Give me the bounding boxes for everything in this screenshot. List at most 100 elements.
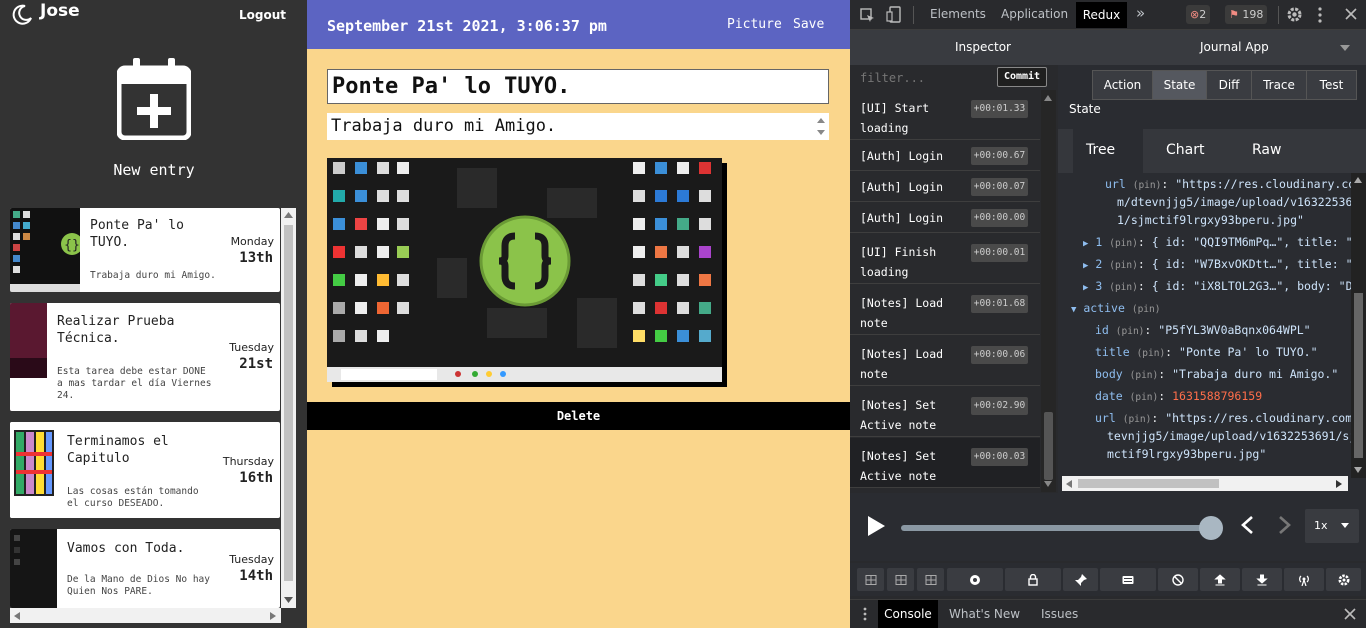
tab-raw[interactable]: Raw <box>1252 142 1281 158</box>
journal-entry[interactable]: Vamos con Toda. De la Mano de Dios No ha… <box>10 529 280 608</box>
tab-whats-new[interactable]: What's New <box>949 607 1020 621</box>
entry-title: Terminamos el Capitulo <box>67 434 169 466</box>
journal-entry[interactable]: Realizar Prueba Técnica. Esta tarea debe… <box>10 303 280 411</box>
close-drawer-icon[interactable] <box>1344 608 1356 620</box>
scroll-down-icon[interactable] <box>1354 467 1362 473</box>
keyboard-button[interactable] <box>1100 568 1156 591</box>
action-item[interactable]: [UI] Start loading +00:01.33 <box>850 90 1040 140</box>
action-item-selected[interactable]: [Notes] Set Active note +00:00.03 <box>850 438 1040 488</box>
journal-entry[interactable]: Terminamos el Capitulo Las cosas están t… <box>10 422 280 518</box>
tab-diff[interactable]: Diff <box>1206 70 1252 100</box>
play-icon[interactable] <box>866 515 886 537</box>
state-tree-vertical-scrollbar[interactable] <box>1351 173 1366 478</box>
timeline-slider-handle[interactable] <box>1199 516 1223 540</box>
more-options-icon[interactable] <box>1317 7 1323 23</box>
action-item[interactable]: [Auth] Login +00:00.00 <box>850 203 1040 233</box>
lock-button[interactable] <box>1005 568 1061 591</box>
tree-row-date[interactable]: date (pin): 1631588796159 <box>1095 385 1262 409</box>
action-filter-input[interactable] <box>860 69 990 87</box>
record-button[interactable] <box>947 568 1003 591</box>
more-tabs-icon[interactable]: » <box>1136 4 1145 22</box>
action-list-scrollbar[interactable] <box>1041 90 1056 492</box>
expand-arrow-icon[interactable]: ▶ <box>1083 239 1088 249</box>
tree-row-id[interactable]: id (pin): "P5fYL3WV0aBqnx064WPL" <box>1095 319 1311 343</box>
scroll-down-icon[interactable] <box>1044 481 1052 487</box>
tab-test[interactable]: Test <box>1306 70 1357 100</box>
tree-row-body[interactable]: body (pin): "Trabaja duro mi Amigo." <box>1095 363 1338 387</box>
note-body-textarea[interactable]: Trabaja duro mi Amigo. <box>327 113 829 140</box>
scroll-up-icon[interactable] <box>1044 95 1052 101</box>
tab-tree[interactable]: Tree <box>1086 142 1115 158</box>
timeline-slider[interactable] <box>901 525 1213 531</box>
state-tree-horizontal-scrollbar[interactable] <box>1062 476 1348 491</box>
tab-redux[interactable]: Redux <box>1076 2 1127 28</box>
picture-button[interactable]: Picture <box>727 17 782 32</box>
layout-left-button[interactable] <box>857 568 884 591</box>
tab-trace[interactable]: Trace <box>1251 70 1307 100</box>
journal-entry[interactable]: {} Ponte Pa' lo TUYO. Trabaja duro mi Am… <box>10 208 280 292</box>
persist-button[interactable] <box>1158 568 1198 591</box>
action-item[interactable]: [Auth] Login +00:00.67 <box>850 141 1040 171</box>
scroll-up-icon[interactable] <box>1354 177 1362 183</box>
tab-chart[interactable]: Chart <box>1166 142 1204 158</box>
scroll-down-icon[interactable] <box>284 597 293 603</box>
action-name: [Notes] Load note <box>860 296 944 330</box>
layout-right-button[interactable] <box>917 568 944 591</box>
settings-button[interactable] <box>1326 568 1361 591</box>
textarea-scroll-arrows-icon[interactable] <box>815 115 827 138</box>
tab-issues[interactable]: Issues <box>1041 607 1078 621</box>
instance-selector[interactable]: Journal App <box>1200 40 1269 54</box>
playback-speed-select[interactable]: 1x <box>1305 509 1359 543</box>
chevron-down-icon[interactable] <box>1340 45 1350 51</box>
scrollbar-thumb[interactable] <box>1078 479 1219 488</box>
device-toolbar-icon[interactable] <box>886 6 901 23</box>
tree-row-item[interactable]: ▶ 2 (pin): { id: "W7BxvOKDtt…", title: "… <box>1083 253 1351 277</box>
remote-button[interactable] <box>1284 568 1324 591</box>
tree-row-title[interactable]: title (pin): "Ponte Pa' lo TUYO." <box>1095 341 1318 365</box>
scroll-up-icon[interactable] <box>284 212 293 218</box>
scrollbar-thumb[interactable] <box>284 225 293 581</box>
delete-button[interactable]: Delete <box>307 402 850 430</box>
tab-elements[interactable]: Elements <box>930 7 986 21</box>
tree-row-item[interactable]: ▶ 3 (pin): { id: "iX8LTOL2G3…", body: "D… <box>1083 275 1351 299</box>
tree-row-active[interactable]: ▼ active (pin) <box>1071 297 1160 321</box>
action-item[interactable]: [Notes] Load note +00:01.68 <box>850 285 1040 335</box>
save-button[interactable]: Save <box>793 17 824 32</box>
settings-gear-icon[interactable] <box>1286 6 1303 23</box>
collapse-arrow-icon[interactable]: ▼ <box>1071 305 1076 315</box>
logout-button[interactable]: Logout <box>239 8 286 22</box>
action-item[interactable]: [Notes] Load note +00:00.06 <box>850 336 1040 386</box>
entries-horizontal-scrollbar[interactable] <box>10 608 281 623</box>
action-item[interactable]: [Auth] Login +00:00.07 <box>850 172 1040 202</box>
tab-action[interactable]: Action <box>1092 70 1153 100</box>
inspect-element-icon[interactable] <box>860 8 875 23</box>
tree-row-item[interactable]: ▶ 1 (pin): { id: "QQI9TM6mPq…", title: "… <box>1083 231 1351 255</box>
tab-application[interactable]: Application <box>1001 7 1068 21</box>
step-back-icon[interactable] <box>1240 515 1254 535</box>
layout-center-button[interactable] <box>887 568 914 591</box>
scroll-right-icon[interactable] <box>1336 480 1342 488</box>
export-button[interactable] <box>1200 568 1240 591</box>
tab-console[interactable]: Console <box>878 600 938 628</box>
scroll-left-icon[interactable] <box>14 612 20 620</box>
action-item[interactable]: [UI] Finish loading +00:00.01 <box>850 234 1040 284</box>
action-item[interactable]: [Notes] Set Active note +00:02.90 <box>850 387 1040 437</box>
drawer-menu-icon[interactable] <box>862 607 868 621</box>
scrollbar-thumb[interactable] <box>1044 412 1053 480</box>
import-button[interactable] <box>1242 568 1282 591</box>
expand-arrow-icon[interactable]: ▶ <box>1083 261 1088 271</box>
entries-vertical-scrollbar[interactable] <box>281 208 296 608</box>
new-entry-button[interactable]: New entry <box>100 58 208 182</box>
scroll-right-icon[interactable] <box>270 612 276 620</box>
error-badge[interactable]: ⊗2 <box>1186 5 1211 24</box>
step-forward-icon[interactable] <box>1278 515 1292 535</box>
tab-state[interactable]: State <box>1152 70 1207 100</box>
pin-button[interactable] <box>1063 568 1098 591</box>
close-devtools-icon[interactable] <box>1345 8 1357 20</box>
scroll-left-icon[interactable] <box>1066 480 1072 488</box>
scrollbar-thumb[interactable] <box>1354 293 1363 458</box>
issues-badge[interactable]: ⚑ 198 <box>1225 5 1268 24</box>
note-title-input[interactable] <box>327 69 829 104</box>
expand-arrow-icon[interactable]: ▶ <box>1083 283 1088 293</box>
commit-button[interactable]: Commit <box>997 67 1047 87</box>
